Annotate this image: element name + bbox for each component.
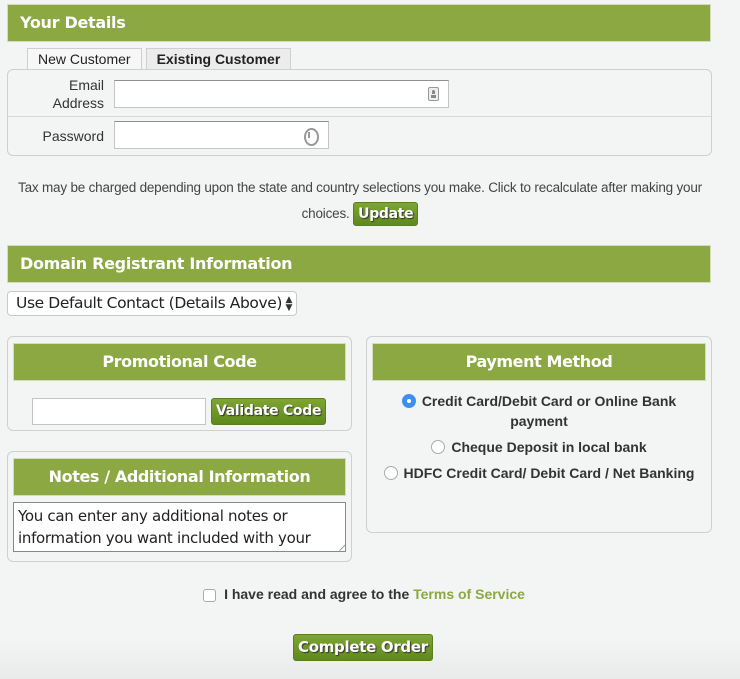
password-field-wrapper	[114, 121, 329, 149]
registrant-contact-select[interactable]: Use Default Contact (Details Above) ▲ ▼	[7, 291, 297, 316]
contact-card-icon[interactable]	[428, 87, 439, 101]
radio-cheque[interactable]	[431, 440, 446, 454]
payment-option-label: Cheque Deposit in local bank	[451, 439, 647, 455]
validate-code-button[interactable]: Validate Code	[211, 398, 327, 425]
payment-options: Credit Card/Debit Card or Online Bank pa…	[367, 391, 711, 489]
tab-existing-customer[interactable]: Existing Customer	[145, 48, 292, 69]
update-button[interactable]: Update	[353, 202, 419, 227]
domain-registrant-header: Domain Registrant Information	[7, 245, 711, 283]
radio-hdfc[interactable]	[383, 466, 398, 480]
tab-new-customer[interactable]: New Customer	[27, 48, 142, 69]
terms-agreement: I have read and agree to the Terms of Se…	[0, 586, 728, 602]
complete-order-button[interactable]: Complete Order	[293, 634, 433, 661]
your-details-header: Your Details	[7, 4, 711, 42]
payment-option-label: Credit Card/Debit Card or Online Bank pa…	[421, 393, 677, 429]
email-input[interactable]	[115, 81, 448, 107]
select-arrows-icon: ▲ ▼	[285, 295, 292, 313]
payment-method-panel: Payment Method Credit Card/Debit Card or…	[366, 336, 712, 533]
login-form: Email Address Password	[7, 69, 712, 156]
password-label: Password	[42, 128, 104, 144]
promo-code-header: Promotional Code	[13, 343, 346, 381]
terms-checkbox[interactable]	[203, 589, 217, 602]
promo-code-panel: Promotional Code Validate Code	[7, 336, 352, 431]
payment-option-label: HDFC Credit Card/ Debit Card / Net Banki…	[403, 465, 695, 481]
email-row: Email Address	[8, 70, 711, 117]
password-row: Password	[8, 116, 711, 156]
email-label: Email Address	[53, 76, 104, 112]
promo-code-input[interactable]	[33, 399, 209, 426]
registrant-contact-selected: Use Default Contact (Details Above)	[16, 294, 283, 312]
terms-of-service-link[interactable]: Terms of Service	[413, 586, 525, 602]
payment-option-credit-card[interactable]: Credit Card/Debit Card or Online Bank pa…	[367, 391, 711, 431]
promo-code-field	[32, 398, 209, 426]
email-field-wrapper	[114, 80, 449, 108]
payment-option-hdfc[interactable]: HDFC Credit Card/ Debit Card / Net Banki…	[367, 463, 711, 483]
notes-panel: Notes / Additional Information You can e…	[7, 451, 352, 562]
key-icon[interactable]	[304, 128, 319, 146]
email-label-line1: Email	[68, 77, 104, 93]
payment-method-header: Payment Method	[372, 343, 706, 381]
email-label-line2: Address	[52, 95, 104, 111]
notes-header: Notes / Additional Information	[13, 458, 346, 496]
password-input[interactable]	[115, 122, 328, 148]
tax-note: Tax may be charged depending upon the st…	[0, 175, 720, 227]
customer-tabs: New Customer Existing Customer	[27, 48, 292, 69]
payment-option-cheque[interactable]: Cheque Deposit in local bank	[367, 437, 711, 457]
terms-text: I have read and agree to the	[224, 586, 410, 602]
notes-textarea[interactable]: You can enter any additional notes or in…	[13, 502, 346, 552]
radio-credit-card[interactable]	[401, 394, 416, 408]
